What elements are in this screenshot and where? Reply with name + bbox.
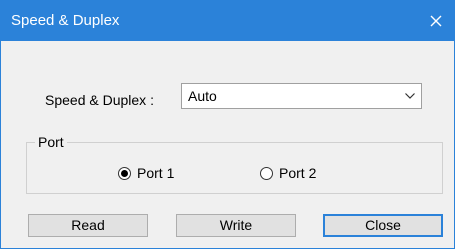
- port-groupbox: [26, 142, 443, 194]
- close-window-button[interactable]: [418, 1, 454, 41]
- close-button[interactable]: Close: [323, 214, 443, 237]
- title-bar[interactable]: Speed & Duplex: [1, 1, 454, 41]
- port-group-legend: Port: [35, 134, 67, 150]
- port-1-radio[interactable]: Port 1: [118, 164, 174, 182]
- radio-button-icon: [260, 166, 273, 180]
- read-button[interactable]: Read: [28, 214, 148, 237]
- speed-duplex-select[interactable]: Auto: [181, 83, 422, 109]
- close-icon: [430, 15, 442, 27]
- radio-selected-dot: [121, 169, 128, 177]
- port-2-label: Port 2: [279, 165, 317, 181]
- speed-duplex-dialog: Speed & Duplex Speed & Duplex : Auto Por…: [0, 0, 455, 249]
- chevron-down-icon: [405, 93, 415, 99]
- window-title: Speed & Duplex: [11, 12, 120, 29]
- write-button[interactable]: Write: [176, 214, 296, 237]
- port-1-label: Port 1: [137, 165, 175, 181]
- speed-duplex-label: Speed & Duplex :: [45, 92, 154, 108]
- speed-duplex-selected-value: Auto: [188, 88, 217, 104]
- port-2-radio[interactable]: Port 2: [260, 164, 316, 182]
- radio-button-icon: [118, 166, 131, 180]
